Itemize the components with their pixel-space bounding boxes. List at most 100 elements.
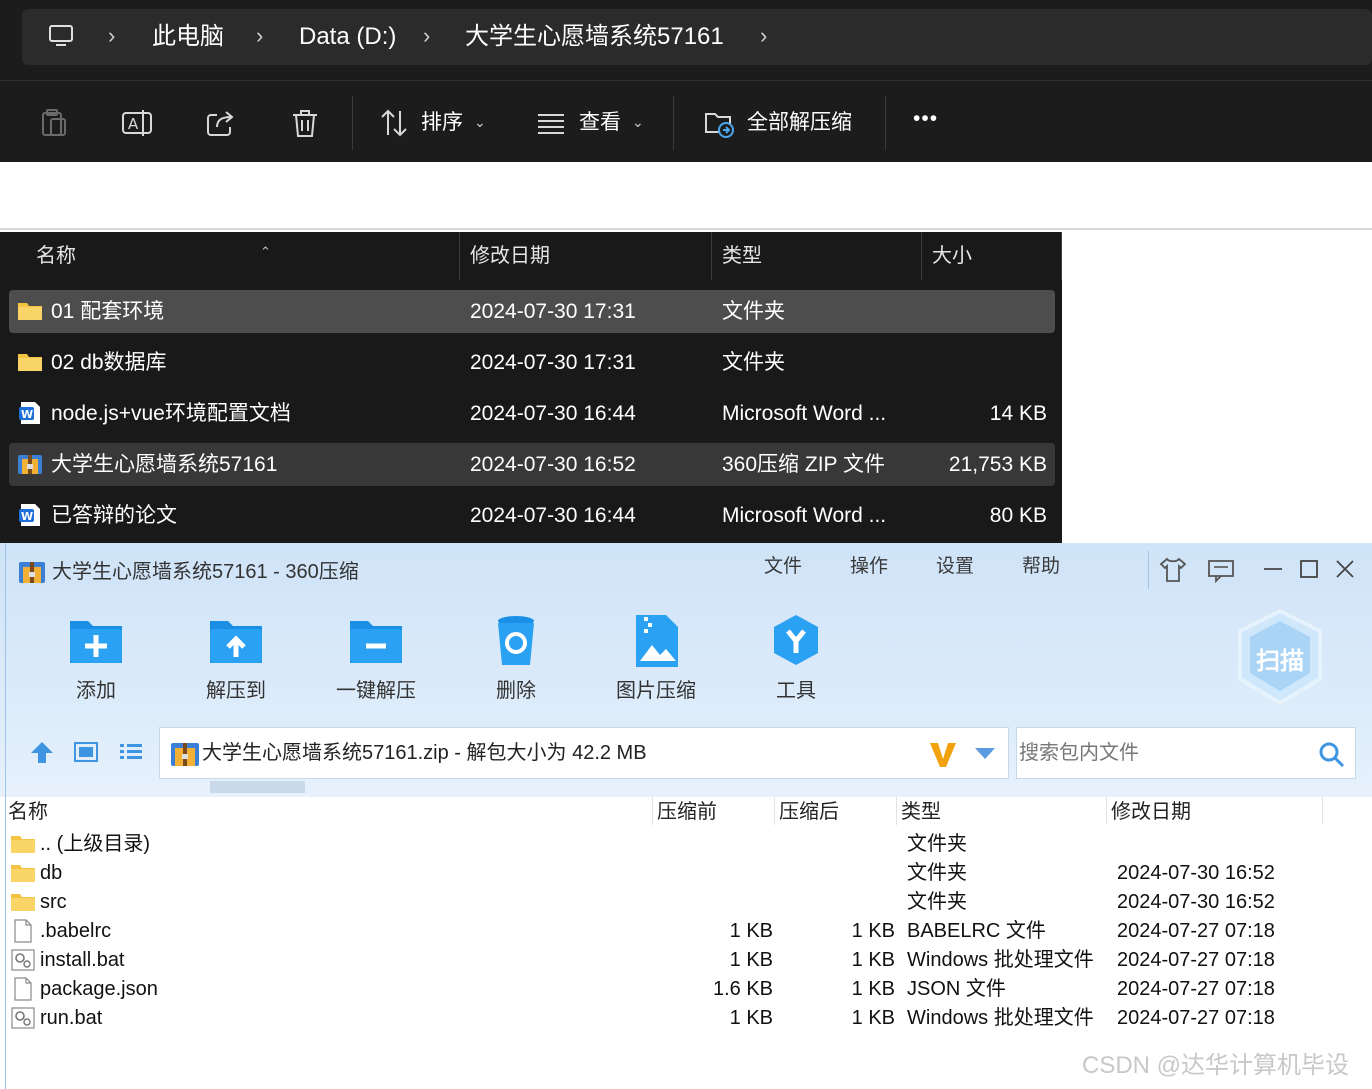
close-icon[interactable] [1330, 555, 1360, 585]
menu-help[interactable]: 帮助 [1022, 552, 1060, 582]
file-date: 2024-07-30 17:31 [470, 351, 636, 374]
column-header-name[interactable]: 名称 ⌃ [26, 232, 460, 280]
zip-entry-row[interactable]: install.bat 1 KB 1 KB Windows 批处理文件 2024… [0, 946, 1372, 975]
sort-icon[interactable] [378, 107, 410, 139]
share-icon[interactable] [205, 107, 237, 139]
dropdown-arrow-icon[interactable] [974, 746, 996, 760]
delete-icon[interactable] [289, 107, 321, 139]
entry-name: .. (上级目录) [40, 833, 150, 855]
view-button[interactable]: 查看 [579, 108, 621, 138]
this-pc-icon[interactable] [48, 23, 74, 49]
breadcrumb-drive-d[interactable]: Data (D:) [299, 9, 396, 65]
archive-path-bar[interactable]: 大学生心愿墙系统57161.zip - 解包大小为 42.2 MB [159, 727, 1009, 779]
file-row[interactable]: 大学生心愿墙系统57161 2024-07-30 16:52 360压缩 ZIP… [9, 443, 1055, 486]
recycle-bin-icon[interactable] [486, 613, 546, 669]
maximize-icon[interactable] [1294, 555, 1324, 585]
image-compress-button[interactable]: 图片压缩 [586, 674, 726, 703]
extract-to-icon[interactable] [206, 613, 266, 669]
rename-icon[interactable]: A [121, 107, 153, 139]
toolbar-divider [673, 96, 674, 150]
entry-name: install.bat [40, 949, 125, 971]
file-row[interactable]: 01 配套环境 2024-07-30 17:31 文件夹 [9, 290, 1055, 333]
zip-column-date[interactable]: 修改日期 [1111, 799, 1191, 825]
zip-column-before[interactable]: 压缩前 [657, 799, 717, 825]
sort-button[interactable]: 排序 [421, 108, 463, 138]
v-logo-icon[interactable] [928, 739, 958, 769]
search-input[interactable]: 搜索包内文件 [1016, 727, 1356, 779]
explorer-header: › 此电脑 › Data (D:) › 大学生心愿墙系统57161 › A 排序… [0, 0, 1372, 162]
add-icon[interactable] [66, 613, 126, 669]
zip-column-name[interactable]: 名称 [8, 799, 48, 825]
tools-icon[interactable] [766, 613, 826, 669]
title-divider [1148, 551, 1149, 589]
feedback-icon[interactable] [1206, 555, 1236, 585]
delete-button[interactable]: 删除 [446, 674, 586, 703]
entry-name: db [40, 862, 63, 884]
tools-button[interactable]: 工具 [726, 674, 866, 703]
zip360-header: 大学生心愿墙系统57161 - 360压缩 文件 操作 设置 帮助 添加 解压到… [0, 543, 1372, 797]
skin-shirt-icon[interactable] [1158, 555, 1188, 585]
file-row[interactable]: W 已答辩的论文 2024-07-30 16:44 Microsoft Word… [9, 494, 1055, 537]
breadcrumb-current-folder[interactable]: 大学生心愿墙系统57161 [465, 9, 724, 65]
entry-size-after: 1 KB [851, 1007, 895, 1029]
zip-entry-row[interactable]: src 文件夹 2024-07-30 16:52 [0, 888, 1372, 917]
column-divider [774, 797, 775, 825]
chevron-down-icon[interactable]: ⌄ [474, 114, 486, 131]
entry-name: package.json [40, 978, 158, 1000]
window-title: 大学生心愿墙系统57161 - 360压缩 [52, 561, 359, 583]
file-date: 2024-07-30 16:44 [470, 402, 636, 425]
entry-name: src [40, 891, 67, 913]
entry-date: 2024-07-30 16:52 [1117, 862, 1275, 884]
menu-operation[interactable]: 操作 [850, 552, 888, 582]
column-header-date[interactable]: 修改日期 [460, 232, 712, 280]
chevron-down-icon[interactable]: ⌄ [632, 114, 644, 131]
paste-icon[interactable] [38, 107, 70, 139]
zip-entry-row[interactable]: run.bat 1 KB 1 KB Windows 批处理文件 2024-07-… [0, 1004, 1372, 1033]
more-options-button[interactable]: ••• [913, 104, 938, 134]
word-doc-icon: W [19, 504, 40, 526]
column-header-type[interactable]: 类型 [712, 232, 922, 280]
zip-entry-row[interactable]: .babelrc 1 KB 1 KB BABELRC 文件 2024-07-27… [0, 917, 1372, 946]
file-size: 80 KB [989, 504, 1047, 527]
one-click-extract-icon[interactable] [346, 613, 406, 669]
chevron-right-icon: › [423, 23, 431, 48]
view-icon[interactable] [535, 107, 567, 139]
breadcrumb-this-pc[interactable]: 此电脑 [152, 9, 224, 65]
up-arrow-icon[interactable] [28, 739, 56, 765]
extract-to-button[interactable]: 解压到 [166, 674, 306, 703]
scan-label[interactable]: 扫描 [1236, 641, 1324, 676]
address-bar[interactable]: › 此电脑 › Data (D:) › 大学生心愿墙系统57161 › [22, 9, 1372, 65]
toolbar-divider [352, 96, 353, 150]
folder-icon [11, 894, 35, 911]
file-row[interactable]: W node.js+vue环境配置文档 2024-07-30 16:44 Mic… [9, 392, 1055, 435]
explorer-details-band [0, 162, 1372, 230]
add-button[interactable]: 添加 [26, 674, 166, 703]
thumbnail-view-icon[interactable] [72, 739, 100, 765]
folder-icon [18, 354, 42, 371]
column-divider [1106, 797, 1107, 825]
entry-size-before [660, 859, 773, 888]
minimize-icon[interactable] [1258, 555, 1288, 585]
entry-size-after: 1 KB [851, 978, 895, 1000]
zip-column-type[interactable]: 类型 [901, 799, 941, 825]
one-click-extract-button[interactable]: 一键解压 [306, 674, 446, 703]
list-view-icon[interactable] [117, 739, 145, 765]
entry-type: 文件夹 [907, 891, 967, 913]
file-type: 文件夹 [722, 300, 785, 323]
image-compress-icon[interactable] [626, 613, 686, 669]
menu-file[interactable]: 文件 [764, 552, 802, 582]
file-row[interactable]: 02 db数据库 2024-07-30 17:31 文件夹 [9, 341, 1055, 384]
zip-archive-icon [171, 743, 199, 766]
entry-name: .babelrc [40, 920, 112, 942]
zip-entry-row[interactable]: .. (上级目录) 文件夹 [0, 830, 1372, 859]
zip-entry-row[interactable]: db 文件夹 2024-07-30 16:52 [0, 859, 1372, 888]
menu-settings[interactable]: 设置 [936, 552, 974, 582]
zip-column-after[interactable]: 压缩后 [779, 799, 839, 825]
chevron-right-icon[interactable]: › [760, 25, 772, 47]
entry-size-before: 1 KB [729, 1007, 773, 1029]
extract-folder-icon[interactable] [703, 107, 735, 139]
zip-entry-row[interactable]: package.json 1.6 KB 1 KB JSON 文件 2024-07… [0, 975, 1372, 1004]
extract-all-button[interactable]: 全部解压缩 [747, 108, 852, 138]
search-icon[interactable] [1317, 740, 1345, 768]
column-header-size[interactable]: 大小 [922, 232, 1062, 280]
